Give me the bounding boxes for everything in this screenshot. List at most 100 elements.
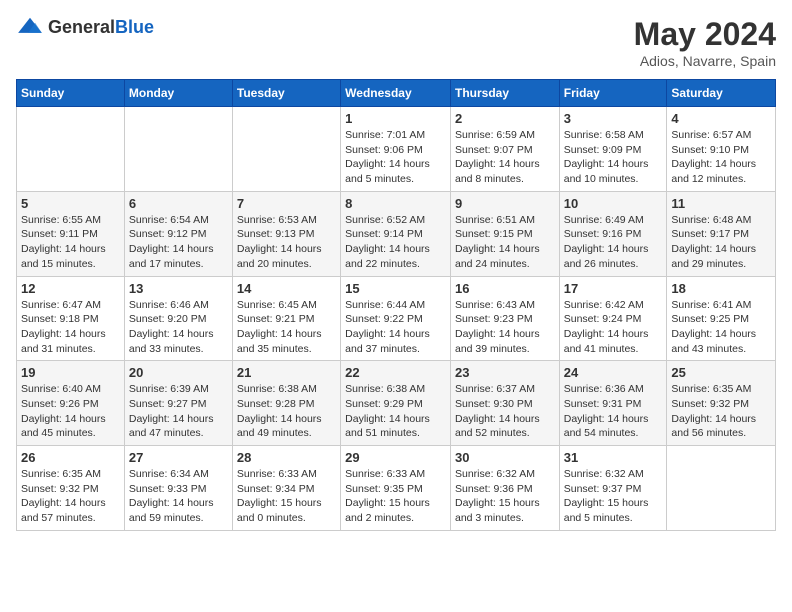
day-info: Sunrise: 6:45 AM Sunset: 9:21 PM Dayligh…	[237, 298, 336, 357]
calendar-cell: 16 Sunrise: 6:43 AM Sunset: 9:23 PM Dayli…	[450, 276, 559, 361]
day-info: Sunrise: 6:57 AM Sunset: 9:10 PM Dayligh…	[671, 128, 771, 187]
day-info: Sunrise: 6:54 AM Sunset: 9:12 PM Dayligh…	[129, 213, 228, 272]
title-block: May 2024 Adios, Navarre, Spain	[634, 16, 776, 69]
calendar-cell: 17Sunrise: 6:42 AM Sunset: 9:24 PM Dayli…	[559, 276, 667, 361]
day-number: 23	[455, 365, 555, 380]
day-number: 25	[671, 365, 771, 380]
day-number: 15	[345, 281, 446, 296]
day-number: 2	[455, 111, 555, 126]
calendar-cell	[232, 107, 340, 192]
day-number: 14	[237, 281, 336, 296]
calendar-cell: 8 Sunrise: 6:52 AM Sunset: 9:14 PM Daylig…	[341, 191, 451, 276]
main-title: May 2024	[634, 16, 776, 53]
col-header-friday: Friday	[559, 80, 667, 107]
day-number: 4	[671, 111, 771, 126]
day-number: 26	[21, 450, 120, 465]
day-number: 24	[564, 365, 663, 380]
day-info: Sunrise: 6:49 AM Sunset: 9:16 PM Dayligh…	[564, 213, 663, 272]
calendar-cell: 29 Sunrise: 6:33 AM Sunset: 9:35 PM Dayli…	[341, 446, 451, 531]
day-number: 29	[345, 450, 446, 465]
day-info: Sunrise: 6:48 AM Sunset: 9:17 PM Dayligh…	[671, 213, 771, 272]
page-header: GeneralBlue May 2024 Adios, Navarre, Spa…	[16, 16, 776, 69]
calendar-cell: 1Sunrise: 7:01 AM Sunset: 9:06 PM Daylig…	[341, 107, 451, 192]
calendar-cell: 20 Sunrise: 6:39 AM Sunset: 9:27 PM Dayli…	[124, 361, 232, 446]
calendar-cell: 30 Sunrise: 6:32 AM Sunset: 9:36 PM Dayli…	[450, 446, 559, 531]
day-number: 31	[564, 450, 663, 465]
calendar-cell	[667, 446, 776, 531]
calendar-cell: 13 Sunrise: 6:46 AM Sunset: 9:20 PM Dayli…	[124, 276, 232, 361]
day-number: 28	[237, 450, 336, 465]
day-number: 20	[129, 365, 228, 380]
calendar-cell: 6 Sunrise: 6:54 AM Sunset: 9:12 PM Daylig…	[124, 191, 232, 276]
day-number: 6	[129, 196, 228, 211]
day-info: Sunrise: 6:39 AM Sunset: 9:27 PM Dayligh…	[129, 382, 228, 441]
week-row: 1Sunrise: 7:01 AM Sunset: 9:06 PM Daylig…	[17, 107, 776, 192]
day-info: Sunrise: 6:51 AM Sunset: 9:15 PM Dayligh…	[455, 213, 555, 272]
day-number: 17	[564, 281, 663, 296]
col-header-tuesday: Tuesday	[232, 80, 340, 107]
calendar-cell: 12Sunrise: 6:47 AM Sunset: 9:18 PM Dayli…	[17, 276, 125, 361]
calendar-cell: 5 Sunrise: 6:55 AM Sunset: 9:11 PM Daylig…	[17, 191, 125, 276]
day-info: Sunrise: 6:33 AM Sunset: 9:34 PM Dayligh…	[237, 467, 336, 526]
calendar-cell: 18 Sunrise: 6:41 AM Sunset: 9:25 PM Dayli…	[667, 276, 776, 361]
day-number: 8	[345, 196, 446, 211]
logo: GeneralBlue	[16, 16, 154, 38]
calendar-cell: 4 Sunrise: 6:57 AM Sunset: 9:10 PM Daylig…	[667, 107, 776, 192]
header-row: SundayMondayTuesdayWednesdayThursdayFrid…	[17, 80, 776, 107]
day-info: Sunrise: 6:34 AM Sunset: 9:33 PM Dayligh…	[129, 467, 228, 526]
calendar-cell: 9 Sunrise: 6:51 AM Sunset: 9:15 PM Daylig…	[450, 191, 559, 276]
calendar-cell: 24 Sunrise: 6:36 AM Sunset: 9:31 PM Dayli…	[559, 361, 667, 446]
day-info: Sunrise: 6:38 AM Sunset: 9:29 PM Dayligh…	[345, 382, 446, 441]
calendar-cell: 7Sunrise: 6:53 AM Sunset: 9:13 PM Daylig…	[232, 191, 340, 276]
calendar-cell: 15 Sunrise: 6:44 AM Sunset: 9:22 PM Dayli…	[341, 276, 451, 361]
calendar-cell: 22Sunrise: 6:38 AM Sunset: 9:29 PM Dayli…	[341, 361, 451, 446]
day-info: Sunrise: 6:47 AM Sunset: 9:18 PM Dayligh…	[21, 298, 120, 357]
day-info: Sunrise: 6:32 AM Sunset: 9:37 PM Dayligh…	[564, 467, 663, 526]
day-number: 11	[671, 196, 771, 211]
day-info: Sunrise: 6:33 AM Sunset: 9:35 PM Dayligh…	[345, 467, 446, 526]
calendar-cell: 28 Sunrise: 6:33 AM Sunset: 9:34 PM Dayli…	[232, 446, 340, 531]
week-row: 26Sunrise: 6:35 AM Sunset: 9:32 PM Dayli…	[17, 446, 776, 531]
day-number: 13	[129, 281, 228, 296]
day-info: Sunrise: 6:36 AM Sunset: 9:31 PM Dayligh…	[564, 382, 663, 441]
day-info: Sunrise: 6:52 AM Sunset: 9:14 PM Dayligh…	[345, 213, 446, 272]
day-number: 27	[129, 450, 228, 465]
day-info: Sunrise: 6:35 AM Sunset: 9:32 PM Dayligh…	[671, 382, 771, 441]
calendar-cell: 23 Sunrise: 6:37 AM Sunset: 9:30 PM Dayli…	[450, 361, 559, 446]
calendar-cell	[17, 107, 125, 192]
day-info: Sunrise: 6:44 AM Sunset: 9:22 PM Dayligh…	[345, 298, 446, 357]
day-number: 3	[564, 111, 663, 126]
calendar-cell	[124, 107, 232, 192]
day-info: Sunrise: 6:46 AM Sunset: 9:20 PM Dayligh…	[129, 298, 228, 357]
week-row: 5 Sunrise: 6:55 AM Sunset: 9:11 PM Daylig…	[17, 191, 776, 276]
day-number: 30	[455, 450, 555, 465]
logo-icon	[16, 16, 44, 38]
col-header-saturday: Saturday	[667, 80, 776, 107]
day-number: 5	[21, 196, 120, 211]
day-info: Sunrise: 6:59 AM Sunset: 9:07 PM Dayligh…	[455, 128, 555, 187]
day-number: 19	[21, 365, 120, 380]
calendar-cell: 14 Sunrise: 6:45 AM Sunset: 9:21 PM Dayli…	[232, 276, 340, 361]
day-info: Sunrise: 6:32 AM Sunset: 9:36 PM Dayligh…	[455, 467, 555, 526]
calendar-cell: 27 Sunrise: 6:34 AM Sunset: 9:33 PM Dayli…	[124, 446, 232, 531]
day-number: 7	[237, 196, 336, 211]
col-header-thursday: Thursday	[450, 80, 559, 107]
week-row: 12Sunrise: 6:47 AM Sunset: 9:18 PM Dayli…	[17, 276, 776, 361]
day-number: 18	[671, 281, 771, 296]
calendar-cell: 10Sunrise: 6:49 AM Sunset: 9:16 PM Dayli…	[559, 191, 667, 276]
day-info: Sunrise: 6:41 AM Sunset: 9:25 PM Dayligh…	[671, 298, 771, 357]
calendar-cell: 2 Sunrise: 6:59 AM Sunset: 9:07 PM Daylig…	[450, 107, 559, 192]
day-info: Sunrise: 6:55 AM Sunset: 9:11 PM Dayligh…	[21, 213, 120, 272]
calendar-cell: 3Sunrise: 6:58 AM Sunset: 9:09 PM Daylig…	[559, 107, 667, 192]
day-info: Sunrise: 6:43 AM Sunset: 9:23 PM Dayligh…	[455, 298, 555, 357]
day-number: 16	[455, 281, 555, 296]
day-info: Sunrise: 6:38 AM Sunset: 9:28 PM Dayligh…	[237, 382, 336, 441]
day-number: 9	[455, 196, 555, 211]
logo-text-blue: Blue	[115, 17, 154, 37]
col-header-wednesday: Wednesday	[341, 80, 451, 107]
calendar-cell: 31 Sunrise: 6:32 AM Sunset: 9:37 PM Dayli…	[559, 446, 667, 531]
logo-text-general: General	[48, 17, 115, 37]
day-info: Sunrise: 6:37 AM Sunset: 9:30 PM Dayligh…	[455, 382, 555, 441]
col-header-monday: Monday	[124, 80, 232, 107]
calendar-cell: 25 Sunrise: 6:35 AM Sunset: 9:32 PM Dayli…	[667, 361, 776, 446]
